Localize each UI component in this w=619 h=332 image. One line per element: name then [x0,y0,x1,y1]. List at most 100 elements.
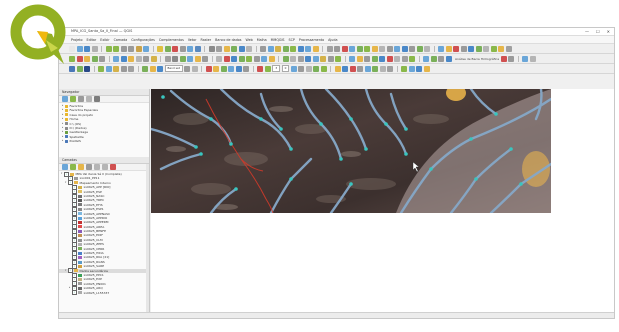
toolbar-scp-10-icon[interactable] [257,65,264,72]
toolbar-main-46-icon[interactable] [409,45,415,52]
collapse-all-layers-icon[interactable] [102,164,108,170]
add-layer-icon[interactable] [70,96,76,102]
toolbar-digitizing-46-icon[interactable] [409,55,415,62]
toolbar-main-43-icon[interactable] [386,45,393,52]
menu-exibir[interactable]: Exibir [100,38,109,42]
toolbar-main-47-icon[interactable] [416,45,423,52]
toolbar-plugins-6-icon[interactable] [113,65,119,72]
filter-icon[interactable] [78,96,84,102]
toolbar-raster-12-icon[interactable] [379,65,386,72]
toolbar-digitizing-43-icon[interactable] [386,55,393,62]
toolbar-main-38-icon[interactable] [349,45,355,52]
toolbar-plugins-12-icon[interactable] [157,65,163,72]
toolbar-digitizing-44-icon[interactable] [394,55,400,62]
toolbar-main-55-icon[interactable] [475,45,482,52]
toolbar-raster-16-icon[interactable] [408,65,415,72]
toolbar-plugins-2-icon[interactable] [84,65,90,72]
toolbar-raster-17-icon[interactable] [416,65,423,72]
menu-web[interactable]: Web [246,38,253,42]
open-layer-styling-icon[interactable] [62,164,68,170]
toolbar-digitizing-3-icon[interactable] [91,55,98,62]
toolbar-digitizing-30-icon[interactable] [290,55,296,62]
toolbar-main-56-icon[interactable] [483,45,489,52]
toolbar-main-30-icon[interactable] [290,45,296,52]
toolbar-digitizing-9-icon[interactable] [135,55,142,62]
toolbar-scp-11-icon[interactable] [264,65,271,72]
toolbar-raster-9-icon[interactable] [357,65,364,72]
toolbar-digitizing-13-icon[interactable] [164,55,171,62]
toolbar-main-17-icon[interactable] [194,45,201,52]
toolbar-main-8-icon[interactable] [128,45,134,52]
toolbar-plugins-8-icon[interactable] [128,65,134,72]
toolbar-main-59-icon[interactable] [505,45,512,52]
menu-vetor[interactable]: Vetor [188,38,197,42]
toolbar-digitizing-14-icon[interactable] [172,55,178,62]
toolbar-profile-1-icon[interactable] [508,55,515,62]
toolbar-scp-7-icon[interactable] [235,65,242,72]
toolbar-digitizing-34-icon[interactable] [320,55,326,62]
toolbar-scp-0-icon[interactable] [184,65,191,72]
toolbar-raster-15-icon[interactable] [401,65,408,72]
toolbar-main-26-icon[interactable] [260,45,266,52]
menu-raster[interactable]: Raster [201,38,212,42]
toolbar-digitizing-41-icon[interactable] [371,55,378,62]
toolbar-main-23-icon[interactable] [238,45,245,52]
toolbar-main-37-icon[interactable] [341,45,348,52]
toolbar-main-2-icon[interactable] [84,45,90,52]
toolbar-digitizing-22-icon[interactable] [231,55,237,62]
toolbar-main-3-icon[interactable] [91,45,98,52]
expand-all-icon[interactable] [94,164,100,170]
minimize-button[interactable]: — [585,29,589,34]
toolbar-digitizing-4-icon[interactable] [99,55,105,62]
menu-complementos[interactable]: Complementos [159,38,184,42]
toolbar-raster-11-icon[interactable] [372,65,379,72]
toolbar-main-40-icon[interactable] [364,45,370,52]
toolbar-digitizing-2-icon[interactable] [84,55,90,62]
toolbar-main-28-icon[interactable] [275,45,281,52]
toolbar-digitizing-51-icon[interactable] [445,55,452,62]
toolbar-main-53-icon[interactable] [460,45,467,52]
toolbar-digitizing-15-icon[interactable] [179,55,186,62]
toolbar-raster-10-icon[interactable] [364,65,371,72]
toolbar-plugins-10-icon[interactable] [142,65,148,72]
toolbar-digitizing-49-icon[interactable] [430,55,437,62]
toolbar-digitizing-32-icon[interactable] [305,55,311,62]
collapse-all-icon[interactable] [86,96,92,102]
toolbar-plugins-11-icon[interactable] [149,65,156,72]
map-canvas-empty-right[interactable] [551,89,614,213]
menu-camada[interactable]: Camada [114,38,128,42]
toolbar-digitizing-6-icon[interactable] [113,55,119,62]
toolbar-main-16-icon[interactable] [187,45,193,52]
toolbar-digitizing-17-icon[interactable] [194,55,201,62]
toolbar-main-12-icon[interactable] [157,45,163,52]
toolbar-main-20-icon[interactable] [216,45,222,52]
menu-editar[interactable]: Editar [86,38,96,42]
toolbar-digitizing-36-icon[interactable] [335,55,341,62]
toolbar-main-44-icon[interactable] [394,45,400,52]
toolbar-digitizing-33-icon[interactable] [312,55,319,62]
toolbar-digitizing-11-icon[interactable] [150,55,157,62]
toolbar-digitizing-27-icon[interactable] [268,55,275,62]
toolbar-digitizing-18-icon[interactable] [202,55,208,62]
menu-configuracoes[interactable]: Configurações [131,38,155,42]
toolbar-raster-1-icon[interactable] [298,65,305,72]
toolbar-main-31-icon[interactable] [297,45,304,52]
remove-layer-icon[interactable] [110,164,116,170]
layer-item[interactable]: ✓ xx0625_L155337 [59,290,149,296]
close-button[interactable]: ✕ [607,29,610,34]
menu-mmqgis[interactable]: MMQGIS [271,38,285,42]
toolbar-raster-7-icon[interactable] [342,65,349,72]
toolbar-main-41-icon[interactable] [371,45,378,52]
toolbar-main-51-icon[interactable] [445,45,452,52]
toolbar-digitizing-45-icon[interactable] [401,55,408,62]
filter-legend-icon[interactable] [86,164,92,170]
toolbar-scp-5-icon[interactable] [220,65,227,72]
toolbar-digitizing-50-icon[interactable] [438,55,444,62]
menu-malha[interactable]: Malha [257,38,267,42]
toolbar-main-10-icon[interactable] [143,45,149,52]
manage-map-themes-icon[interactable] [78,164,84,170]
toolbar-raster-6-icon[interactable] [334,65,341,72]
toolbar-digitizing-25-icon[interactable] [253,55,260,62]
toolbar-main-36-icon[interactable] [334,45,340,52]
toolbar-digitizing-35-icon[interactable] [327,55,334,62]
